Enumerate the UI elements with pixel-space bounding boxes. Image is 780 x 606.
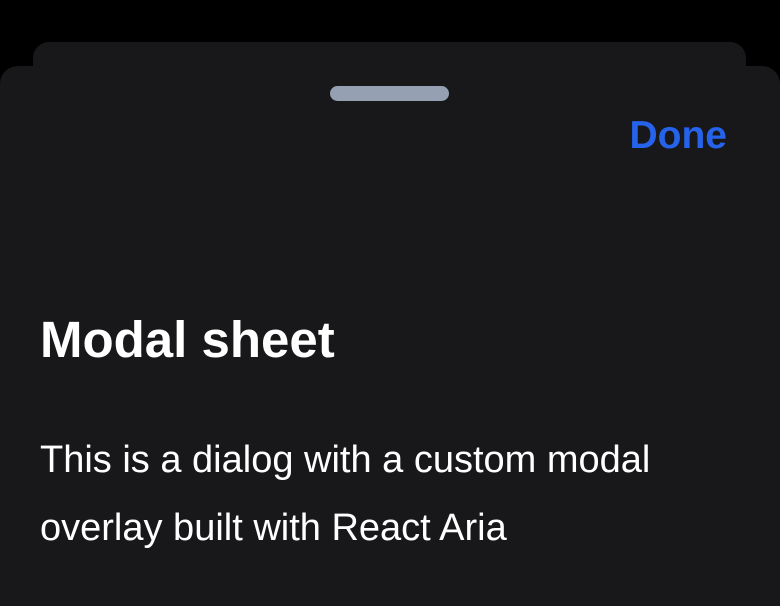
sheet-title: Modal sheet — [40, 311, 335, 368]
modal-sheet: Done Modal sheet This is a dialog with a… — [0, 66, 780, 606]
drag-handle[interactable] — [330, 86, 449, 101]
done-button[interactable]: Done — [630, 112, 728, 160]
sheet-body-text: This is a dialog with a custom modal ove… — [40, 439, 651, 549]
